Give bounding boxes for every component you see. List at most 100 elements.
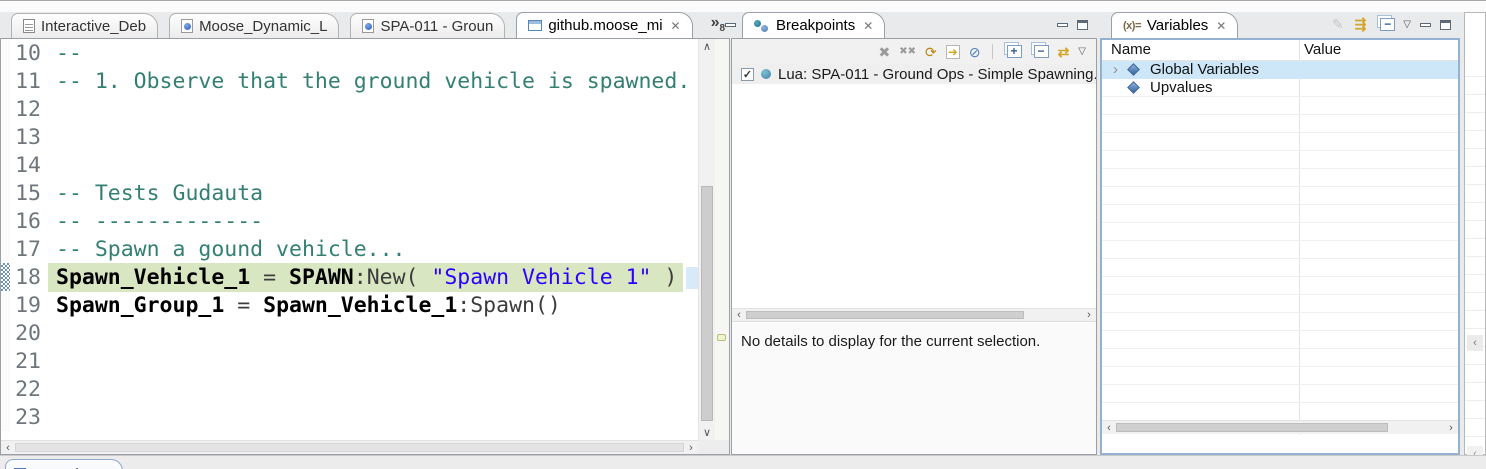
code-line-12[interactable]: 12 [1,95,698,123]
scroll-up-icon[interactable]: ∧ [699,39,715,54]
maximize-icon[interactable] [1077,20,1088,30]
scroll-left-icon[interactable]: ‹ [1,441,15,454]
annotation-ruler[interactable] [1,403,10,431]
line-number[interactable]: 21 [10,349,48,374]
close-icon[interactable]: ✕ [863,19,873,33]
column-header-name[interactable]: Name [1111,41,1151,58]
scroll-left-icon[interactable]: ‹ [732,309,746,321]
scroll-left-icon[interactable]: ‹ [1102,421,1116,434]
line-number[interactable]: 16 [10,209,48,234]
code-line-23[interactable]: 23 [1,403,698,431]
annotation-ruler[interactable] [1,67,10,95]
code-line-21[interactable]: 21 [1,347,698,375]
collapse-all-icon[interactable]: − [1034,45,1049,58]
annotation-ruler[interactable] [1,263,10,291]
code-line-22[interactable]: 22 [1,375,698,403]
code-line-18[interactable]: 18Spawn_Vehicle_1 = SPAWN:New( "Spawn Ve… [1,263,698,291]
annotation-ruler[interactable] [1,235,10,263]
line-number[interactable]: 20 [10,321,48,346]
line-number[interactable]: 22 [10,377,48,402]
scroll-left-icon[interactable]: ‹ [1467,335,1483,351]
overview-ruler[interactable] [715,39,729,440]
line-number[interactable]: 13 [10,125,48,150]
code-line-11[interactable]: 11-- 1. Observe that the ground vehicle … [1,67,698,95]
annotation-ruler[interactable] [1,347,10,375]
variables-table[interactable]: ›Global VariablesUpvalues [1102,61,1458,403]
go-to-file-icon[interactable]: ➜ [946,45,960,59]
horizontal-scroll-thumb[interactable] [15,443,684,452]
annotation-ruler[interactable] [1,39,10,67]
tab-variables[interactable]: (x)= Variables ✕ [1111,12,1238,38]
breakpoints-list[interactable]: ✓Lua: SPA-011 - Ground Ops - Simple Spaw… [732,64,1096,308]
remove-all-breakpoints-icon[interactable]: ✖✖ [899,47,916,57]
horizontal-scroll-thumb[interactable] [746,311,1024,319]
code-line-14[interactable]: 14 [1,151,698,179]
expand-all-icon[interactable]: + [1007,45,1022,58]
show-supported-breakpoints-icon[interactable]: ⟳ [925,45,937,59]
show-logical-structure-icon[interactable]: ⇶ [1355,17,1367,31]
view-menu-icon[interactable]: ▽ [1403,19,1411,30]
annotation-ruler[interactable] [1,291,10,319]
editor-tab-spa-011-groun[interactable]: SPA-011 - Groun [350,13,505,38]
line-number[interactable]: 18 [10,265,48,290]
breakpoints-horizontal-scrollbar[interactable]: ‹ › [732,308,1096,322]
code-line-16[interactable]: 16-- ------------- [1,207,698,235]
breakpoint-checkbox[interactable]: ✓ [741,68,754,81]
code-line-17[interactable]: 17-- Spawn a gound vehicle... [1,235,698,263]
code-view[interactable]: 10--11-- 1. Observe that the ground vehi… [1,39,698,440]
close-icon[interactable]: ✕ [671,19,681,33]
variable-row-global-variables[interactable]: ›Global Variables [1102,61,1458,79]
line-number[interactable]: 23 [10,405,48,430]
line-number[interactable]: 10 [10,41,48,66]
annotation-ruler[interactable] [1,95,10,123]
variables-horizontal-scrollbar[interactable]: ‹ › [1102,420,1458,434]
variables-window-controls: ▽ [1403,19,1460,38]
scroll-right-icon[interactable]: › [684,441,698,454]
collapse-all-icon[interactable]: − [1380,18,1395,31]
minimize-icon[interactable] [1057,23,1068,27]
horizontal-scroll-thumb[interactable] [1116,423,1388,432]
annotation-ruler[interactable] [1,375,10,403]
annotation-ruler[interactable] [1,207,10,235]
overview-annotation-marker[interactable] [717,334,726,341]
line-number[interactable]: 11 [10,69,48,94]
tab-overflow-button[interactable]: »8 [711,14,725,34]
annotation-ruler[interactable] [1,179,10,207]
line-number[interactable]: 14 [10,153,48,178]
annotation-ruler[interactable] [1,151,10,179]
expand-chevron-icon[interactable]: › [1108,61,1123,78]
link-with-debug-icon[interactable]: ⇄ [1058,45,1070,59]
breakpoint-row[interactable]: ✓Lua: SPA-011 - Ground Ops - Simple Spaw… [732,64,1096,84]
scroll-right-icon[interactable]: › [1082,309,1096,321]
line-number[interactable]: 19 [10,293,48,318]
skip-all-breakpoints-icon[interactable]: ⊘ [969,45,981,59]
column-header-value[interactable]: Value [1304,41,1341,58]
line-number[interactable]: 12 [10,97,48,122]
code-line-13[interactable]: 13 [1,123,698,151]
code-line-10[interactable]: 10-- [1,39,698,67]
variable-row-upvalues[interactable]: Upvalues [1102,79,1458,97]
code-line-20[interactable]: 20 [1,319,698,347]
scroll-down-icon[interactable]: ∨ [699,425,715,440]
scroll-right-icon[interactable]: › [1444,421,1458,434]
code-line-19[interactable]: 19Spawn_Group_1 = Spawn_Vehicle_1:Spawn(… [1,291,698,319]
editor-horizontal-scrollbar[interactable]: ‹ › [1,440,698,454]
vertical-scroll-thumb[interactable] [701,186,713,421]
editor-tab-moose-dynamic-l[interactable]: Moose_Dynamic_L [169,13,339,38]
line-number[interactable]: 17 [10,237,48,262]
maximize-icon[interactable] [1440,20,1451,30]
code-line-15[interactable]: 15-- Tests Gudauta [1,179,698,207]
annotation-ruler[interactable] [1,319,10,347]
annotation-ruler[interactable] [1,123,10,151]
editor-tab-interactive-deb[interactable]: Interactive_Deb [11,13,158,38]
line-number[interactable]: 15 [10,181,48,206]
code-token: Spawn_Vehicle_1 [56,265,250,290]
tab-console[interactable]: Console ✕ [5,459,123,469]
editor-vertical-scrollbar[interactable]: ∧ ∨ [698,39,715,440]
editor-tab-github-moose-mi[interactable]: github.moose_mi✕ [516,12,692,38]
close-icon[interactable]: ✕ [1216,19,1226,33]
remove-breakpoint-icon[interactable]: ✖ [879,45,891,59]
tab-breakpoints[interactable]: Breakpoints ✕ [742,12,885,38]
view-menu-icon[interactable]: ▽ [1078,47,1086,57]
minimize-icon[interactable] [1420,23,1431,27]
